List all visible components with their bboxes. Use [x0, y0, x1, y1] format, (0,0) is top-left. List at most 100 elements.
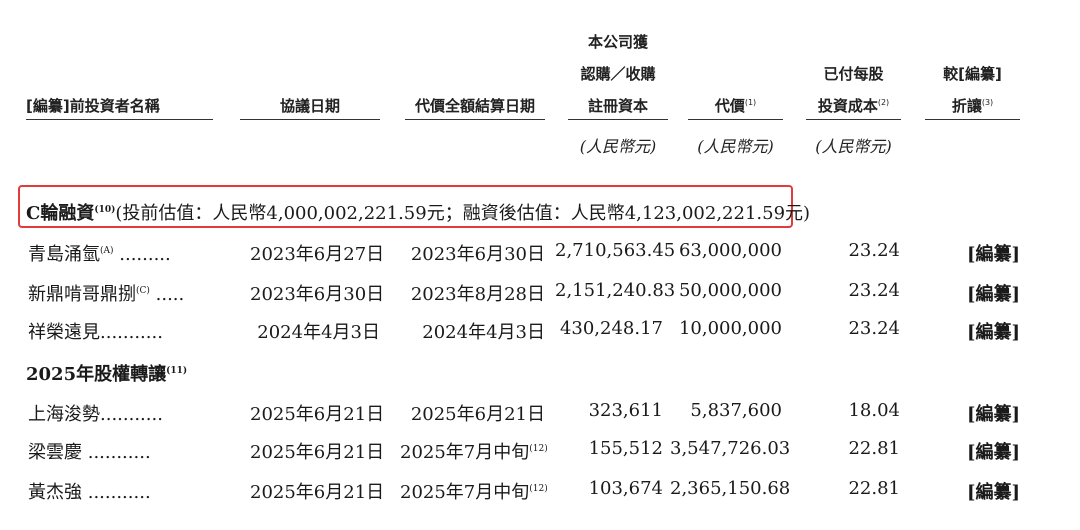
- header-cost-line1: 已付每股: [823, 65, 884, 83]
- cost-per-share: 22.81: [848, 478, 900, 499]
- header-cost-line2: 投資成本(2): [806, 95, 901, 116]
- table-row: 新鼎啃哥鼎捌(C) ..... 2023年6月30日 2023年8月28日 2,151…: [0, 280, 1080, 310]
- investor-name-text: 黃杰強: [28, 482, 82, 503]
- agreement-date: 2025年6月21日: [250, 404, 385, 425]
- investor-name: 梁雲慶 ...........: [28, 438, 151, 464]
- investor-name: 祥榮遠見...........: [28, 318, 163, 344]
- unit-consideration: (人民幣元): [697, 137, 774, 156]
- header-agreement-date: 協議日期: [279, 97, 340, 115]
- investor-name: 黃杰強 ...........: [28, 478, 151, 504]
- settlement-date-text: 2024年4月3日: [422, 322, 545, 343]
- header-capital-line2: 認購／收購: [580, 65, 656, 83]
- investor-name-text: 青島涌氫: [28, 244, 100, 265]
- footnote-ref: (3): [981, 98, 994, 107]
- header-capital-line1: 本公司獲: [587, 33, 648, 51]
- registered-capital: 103,674: [588, 478, 663, 499]
- header-underline: [568, 119, 668, 120]
- header-cost-label: 投資成本: [817, 97, 878, 115]
- footnote-ref: (12): [529, 484, 548, 494]
- discount-value: [編纂]: [966, 322, 1020, 343]
- section-2025-heading: 2025年股權轉讓(11): [26, 360, 187, 386]
- settlement-date: 2023年6月30日: [400, 240, 545, 266]
- investor-name-text: 梁雲慶: [28, 442, 82, 463]
- investor-name: 新鼎啃哥鼎捌(C) .....: [28, 280, 184, 306]
- registered-capital: 2,710,563.45: [555, 240, 676, 261]
- cost-per-share: 23.24: [848, 318, 900, 339]
- unit-cost: (人民幣元): [815, 137, 892, 156]
- table-row: 黃杰強 ........... 2025年6月21日 2025年7月中旬(12) 10…: [0, 478, 1080, 508]
- investor-name: 上海浚勢...........: [28, 400, 163, 426]
- consideration-value: 5,837,600: [690, 400, 782, 421]
- header-underline: [925, 119, 1020, 120]
- discount-value: [編纂]: [966, 442, 1020, 463]
- agreement-date: 2023年6月30日: [250, 284, 385, 305]
- leader-dots: ...........: [100, 404, 163, 425]
- registered-capital: 430,248.17: [559, 318, 663, 339]
- settlement-date-text: 2025年6月21日: [410, 404, 545, 425]
- settlement-date: 2025年6月21日: [400, 400, 545, 426]
- header-consideration-label: 代價: [714, 97, 745, 115]
- agreement-date: 2025年6月21日: [250, 482, 385, 503]
- leader-dots: ...........: [82, 442, 151, 463]
- header-underline: [240, 119, 380, 120]
- header-consideration: 代價(1): [688, 95, 783, 116]
- investor-name-text: 祥榮遠見: [28, 322, 100, 343]
- unit-capital: (人民幣元): [579, 137, 657, 156]
- agreement-date: 2024年4月3日: [257, 322, 380, 343]
- header-capital-line3: 註冊資本: [587, 97, 648, 115]
- leader-dots: .....: [149, 284, 185, 305]
- header-underline: [806, 119, 901, 120]
- footnote-ref: (2): [877, 98, 890, 107]
- section-2025-title: 2025年股權轉讓: [26, 364, 167, 385]
- section-c-title: C輪融資: [26, 203, 95, 224]
- settlement-date-text: 2025年7月中旬: [400, 442, 530, 463]
- settlement-date-text: 2023年6月30日: [410, 244, 545, 265]
- footnote-ref: (12): [529, 444, 548, 454]
- agreement-date: 2023年6月27日: [250, 244, 385, 265]
- settlement-date: 2023年8月28日: [400, 280, 545, 306]
- header-investor-name: [編纂]前投資者名稱: [26, 97, 160, 115]
- header-discount-line2: 折讓(3): [925, 95, 1020, 116]
- cost-per-share: 22.81: [848, 438, 900, 459]
- consideration-value: 2,365,150.68: [670, 478, 791, 499]
- discount-value: [編纂]: [966, 244, 1020, 265]
- settlement-date: 2025年7月中旬(12): [400, 438, 548, 464]
- section-c-heading: C輪融資(10)(投前估值：人民幣4,000,002,221.59元；融資後估值…: [26, 199, 810, 225]
- registered-capital: 323,611: [588, 400, 663, 421]
- discount-value: [編纂]: [966, 482, 1020, 503]
- settlement-date-text: 2025年7月中旬: [400, 482, 530, 503]
- consideration-value: 63,000,000: [678, 240, 782, 261]
- header-discount-line1: 較[編纂]: [943, 65, 1002, 83]
- footnote-ref: (11): [166, 366, 188, 376]
- table-row: 祥榮遠見........... 2024年4月3日 2024年4月3日 430,248…: [0, 318, 1080, 348]
- table-row: 青島涌氫(A) ......... 2023年6月27日 2023年6月30日 2,7…: [0, 240, 1080, 270]
- header-underline: [26, 119, 213, 120]
- investor-name: 青島涌氫(A) .........: [28, 240, 171, 266]
- settlement-date: 2025年7月中旬(12): [400, 478, 548, 504]
- settlement-date-text: 2023年8月28日: [410, 284, 545, 305]
- cost-per-share: 23.24: [848, 240, 900, 261]
- header-underline: [405, 119, 545, 120]
- investor-name-text: 新鼎啃哥鼎捌: [28, 284, 136, 305]
- settlement-date: 2024年4月3日: [400, 318, 545, 344]
- cost-per-share: 18.04: [848, 400, 900, 421]
- consideration-value: 10,000,000: [678, 318, 782, 339]
- leader-dots: ...........: [82, 482, 151, 503]
- footnote-ref: (C): [136, 286, 150, 296]
- agreement-date: 2025年6月21日: [250, 442, 385, 463]
- leader-dots: ...........: [100, 322, 163, 343]
- cost-per-share: 23.24: [848, 280, 900, 301]
- section-c-valuation: (投前估值：人民幣4,000,002,221.59元；融資後估值：人民幣4,12…: [115, 203, 811, 224]
- header-underline: [688, 119, 783, 120]
- header-discount-label: 折讓: [951, 97, 982, 115]
- consideration-value: 3,547,726.03: [670, 438, 791, 459]
- header-settlement-date: 代價全額結算日期: [414, 97, 535, 115]
- footnote-ref: (10): [94, 205, 116, 215]
- consideration-value: 50,000,000: [678, 280, 782, 301]
- leader-dots: .........: [113, 244, 171, 265]
- registered-capital: 2,151,240.83: [555, 280, 676, 301]
- discount-value: [編纂]: [966, 404, 1020, 425]
- footnote-ref: (A): [100, 246, 114, 256]
- table-row: 上海浚勢........... 2025年6月21日 2025年6月21日 323,6…: [0, 400, 1080, 430]
- table-row: 梁雲慶 ........... 2025年6月21日 2025年7月中旬(12) 15…: [0, 438, 1080, 468]
